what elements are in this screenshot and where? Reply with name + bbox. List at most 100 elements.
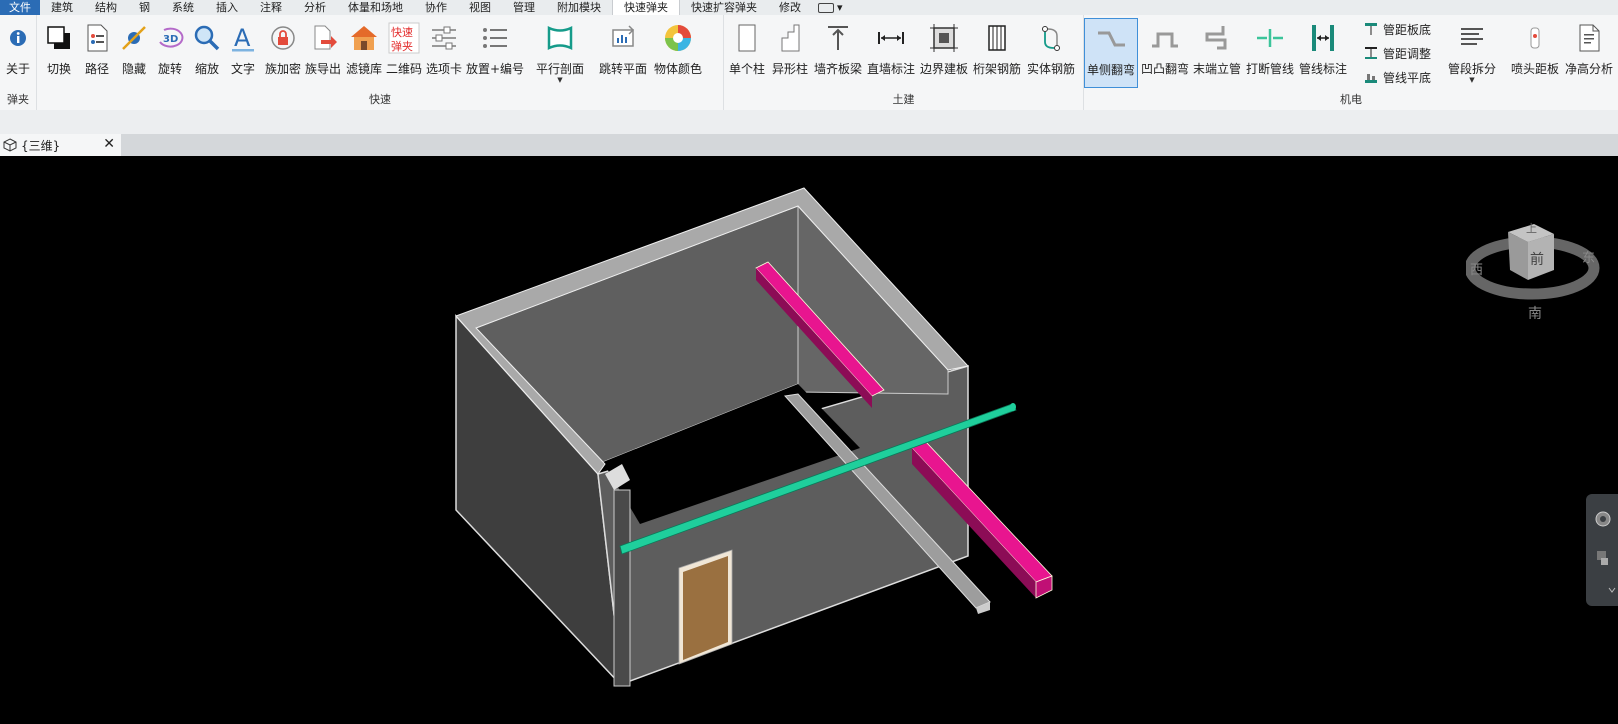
menu-quick-ext-clip[interactable]: 快速扩容弹夹 xyxy=(680,0,768,15)
jump-plane-button[interactable]: 跳转平面 xyxy=(598,18,648,90)
menu-analyze[interactable]: 分析 xyxy=(293,0,337,15)
single-bend-icon xyxy=(1098,31,1125,47)
break-pipe-icon xyxy=(1257,29,1283,47)
pipe-adjust-label: 管距调整 xyxy=(1383,46,1432,61)
break-pipe-button[interactable]: 打断管线 xyxy=(1244,18,1296,90)
menu-annotate[interactable]: 注释 xyxy=(249,0,293,15)
menu-addins[interactable]: 附加模块 xyxy=(546,0,612,15)
parallel-section-label: 平行剖面 xyxy=(535,62,584,76)
chevron-down-icon: ▾ xyxy=(837,1,843,14)
report-icon xyxy=(1579,24,1600,52)
filter-library-button[interactable]: 滤镜库 xyxy=(344,18,384,90)
close-icon[interactable]: ✕ xyxy=(103,136,115,152)
zoom-button[interactable]: 缩放 xyxy=(189,18,225,90)
pipe-mark-button[interactable]: 管线标注 xyxy=(1297,18,1349,90)
solid-rebar-label: 实体钢筋 xyxy=(1026,62,1075,76)
wall-beam-align-label: 墙齐板梁 xyxy=(813,62,862,76)
about-button[interactable]: 关于 xyxy=(2,18,34,90)
group-kuaisu: 切换 路径 隐藏 3D 旋转 缩放 A 文字 族加密 族导出 滤镜库 快速 弹夹… xyxy=(37,15,724,110)
single-bend-label: 单侧翻弯 xyxy=(1086,63,1135,77)
wall-beam-align-button[interactable]: 墙齐板梁 xyxy=(812,18,864,90)
menu-modify[interactable]: 修改 xyxy=(768,0,812,15)
viewcube-south-label: 南 xyxy=(1528,306,1542,322)
hide-icon xyxy=(122,26,146,50)
svg-text:3D: 3D xyxy=(163,34,178,45)
jump-plane-label: 跳转平面 xyxy=(598,62,647,76)
truss-rebar-button[interactable]: 桁架钢筋 xyxy=(971,18,1023,90)
family-encrypt-button[interactable]: 族加密 xyxy=(262,18,304,90)
chevron-down-icon[interactable] xyxy=(1608,586,1616,594)
object-color-button[interactable]: 物体颜色 xyxy=(650,18,706,90)
menu-quick-clip[interactable]: 快速弹夹 xyxy=(612,0,680,15)
family-encrypt-label: 族加密 xyxy=(264,62,301,76)
text-button[interactable]: A 文字 xyxy=(226,18,260,90)
convex-bend-button[interactable]: 凹凸翻弯 xyxy=(1140,18,1190,90)
align-up-icon xyxy=(828,26,848,50)
switch-button[interactable]: 切换 xyxy=(42,18,76,90)
3d-viewport[interactable]: 上 前 西 东 南 xyxy=(0,158,1618,724)
path-button[interactable]: 路径 xyxy=(80,18,114,90)
viewcube[interactable]: 上 前 西 东 南 xyxy=(1466,200,1604,332)
sprinkler-distance-button[interactable]: 喷头距板 xyxy=(1509,18,1561,90)
switch-label: 切换 xyxy=(46,62,71,76)
menu-manage[interactable]: 管理 xyxy=(502,0,546,15)
view-tab-3d[interactable]: {三维} ✕ xyxy=(0,134,121,156)
group-kuaisu-label: 快速 xyxy=(369,93,391,106)
clear-height-label: 净高分析 xyxy=(1564,62,1613,76)
option-card-button[interactable]: 选项卡 xyxy=(424,18,464,90)
group-tanjia-label: 弹夹 xyxy=(7,93,29,106)
path-label: 路径 xyxy=(84,62,109,76)
menu-bar: 文件 建筑 结构 钢 系统 插入 注释 分析 体量和场地 协作 视图 管理 附加… xyxy=(0,0,1618,16)
zoom-region-icon[interactable] xyxy=(1596,550,1610,566)
svg-text:弹夹: 弹夹 xyxy=(391,39,413,53)
family-export-button[interactable]: 族导出 xyxy=(303,18,343,90)
rotate-label: 旋转 xyxy=(157,62,182,76)
edge-slab-button[interactable]: 边界建板 xyxy=(918,18,970,90)
pipe-adjust-icon xyxy=(1365,47,1377,59)
rotate-button[interactable]: 3D 旋转 xyxy=(152,18,188,90)
ribbon-options[interactable]: ▾ xyxy=(812,0,849,15)
end-riser-icon xyxy=(1205,26,1227,50)
edge-slab-label: 边界建板 xyxy=(919,62,968,76)
clear-height-button[interactable]: 净高分析 xyxy=(1562,18,1616,90)
chevron-down-icon: ▼ xyxy=(1469,76,1475,84)
ribbon-toggle-icon xyxy=(818,3,834,13)
pipe-level-button[interactable]: 管线平底 xyxy=(1364,67,1431,87)
end-riser-button[interactable]: 末端立管 xyxy=(1191,18,1243,90)
pipe-mark-icon xyxy=(1312,25,1334,51)
menu-architecture[interactable]: 建筑 xyxy=(40,0,84,15)
pipe-level-icon xyxy=(1365,74,1377,83)
magnifier-icon xyxy=(194,25,220,51)
text-a-icon: A xyxy=(232,24,254,52)
zoom-label: 缩放 xyxy=(194,62,219,76)
menu-steel[interactable]: 钢 xyxy=(128,0,161,15)
special-column-button[interactable]: 异形柱 xyxy=(769,18,811,90)
parallel-section-button[interactable]: 平行剖面 ▼ xyxy=(532,18,588,90)
menu-structure[interactable]: 结构 xyxy=(84,0,128,15)
menu-insert[interactable]: 插入 xyxy=(205,0,249,15)
wall-dimension-button[interactable]: 直墙标注 xyxy=(865,18,917,90)
menu-systems[interactable]: 系统 xyxy=(161,0,205,15)
menu-massing-site[interactable]: 体量和场地 xyxy=(337,0,414,15)
steering-wheel-icon[interactable] xyxy=(1594,510,1612,528)
convex-bend-label: 凹凸翻弯 xyxy=(1140,62,1189,76)
menu-view[interactable]: 视图 xyxy=(458,0,502,15)
place-number-button[interactable]: 放置+编号 xyxy=(465,18,525,90)
single-column-button[interactable]: 单个柱 xyxy=(726,18,768,90)
single-bend-button[interactable]: 单侧翻弯 xyxy=(1084,18,1138,88)
single-column-label: 单个柱 xyxy=(728,62,765,76)
hide-button[interactable]: 隐藏 xyxy=(117,18,151,90)
qrcode-button[interactable]: 快速 弹夹 二维码 xyxy=(385,18,423,90)
segment-split-button[interactable]: 管段拆分 ▼ xyxy=(1444,18,1500,90)
navigation-bar xyxy=(1586,494,1618,606)
menu-collaborate[interactable]: 协作 xyxy=(414,0,458,15)
solid-rebar-button[interactable]: 实体钢筋 xyxy=(1024,18,1078,90)
pipe-slab-button[interactable]: 管距板底 xyxy=(1364,19,1431,39)
pipe-adjust-button[interactable]: 管距调整 xyxy=(1364,43,1431,63)
about-label: 关于 xyxy=(5,62,30,76)
rotate-3d-icon: 3D xyxy=(159,27,184,48)
sprinkler-icon xyxy=(1530,27,1540,49)
dimension-icon xyxy=(878,32,904,44)
end-riser-label: 末端立管 xyxy=(1192,62,1241,76)
menu-file[interactable]: 文件 xyxy=(0,0,40,15)
